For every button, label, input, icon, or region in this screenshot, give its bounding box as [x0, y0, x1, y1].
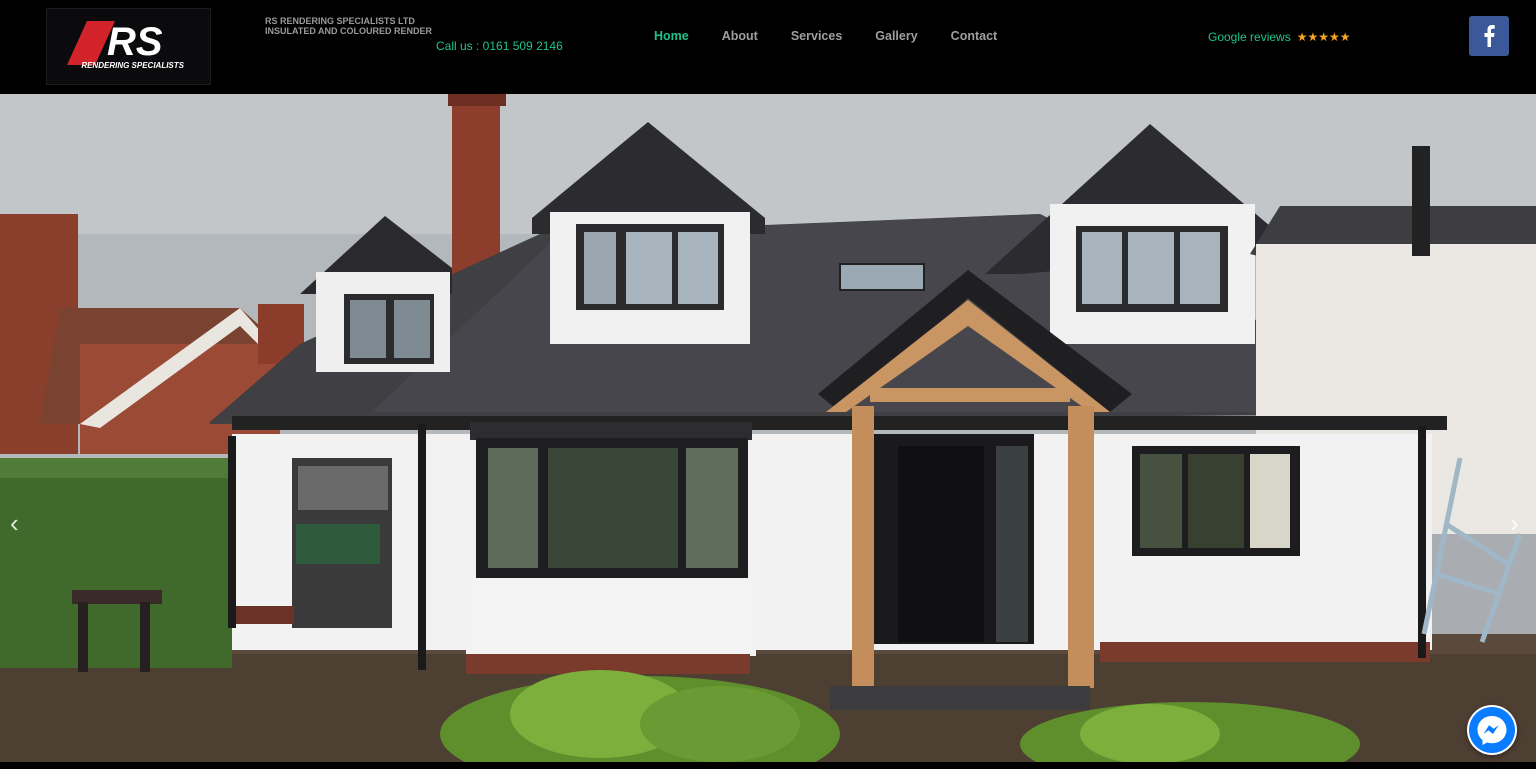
main-nav: Home About Services Gallery Contact — [654, 29, 1030, 43]
nav-contact[interactable]: Contact — [951, 29, 998, 43]
site-header: RS RENDERING SPECIALISTS RS RENDERING SP… — [0, 0, 1536, 94]
company-info: RS RENDERING SPECIALISTS LTD INSULATED A… — [265, 16, 432, 36]
nav-services[interactable]: Services — [791, 29, 842, 43]
company-tagline: INSULATED AND COLOURED RENDER — [265, 26, 433, 36]
logo-subtitle: RENDERING SPECIALISTS — [81, 61, 184, 70]
slider-next-button[interactable]: › — [1510, 510, 1519, 536]
svg-text:RS: RS — [107, 20, 163, 64]
nav-gallery[interactable]: Gallery — [875, 29, 917, 43]
phone-link[interactable]: Call us : 0161 509 2146 — [436, 39, 563, 53]
reviews-label: Google reviews — [1208, 30, 1291, 44]
house-photo — [0, 94, 1536, 762]
facebook-icon — [1484, 25, 1495, 47]
slider-prev-button[interactable]: ‹ — [10, 510, 19, 536]
google-reviews-link[interactable]: Google reviews ★★★★★ — [1208, 30, 1351, 44]
messenger-icon — [1469, 707, 1515, 753]
rs-logo-icon: RS — [67, 20, 163, 65]
site-logo[interactable]: RS RENDERING SPECIALISTS — [46, 8, 211, 85]
company-name: RS RENDERING SPECIALISTS LTD — [265, 16, 415, 26]
messenger-chat-button[interactable] — [1467, 705, 1517, 755]
facebook-button[interactable] — [1469, 16, 1509, 56]
bottom-strip — [0, 762, 1536, 769]
hero-slider: ‹ › — [0, 94, 1536, 762]
nav-about[interactable]: About — [722, 29, 758, 43]
star-rating-icon: ★★★★★ — [1296, 30, 1351, 44]
nav-home[interactable]: Home — [654, 29, 689, 43]
